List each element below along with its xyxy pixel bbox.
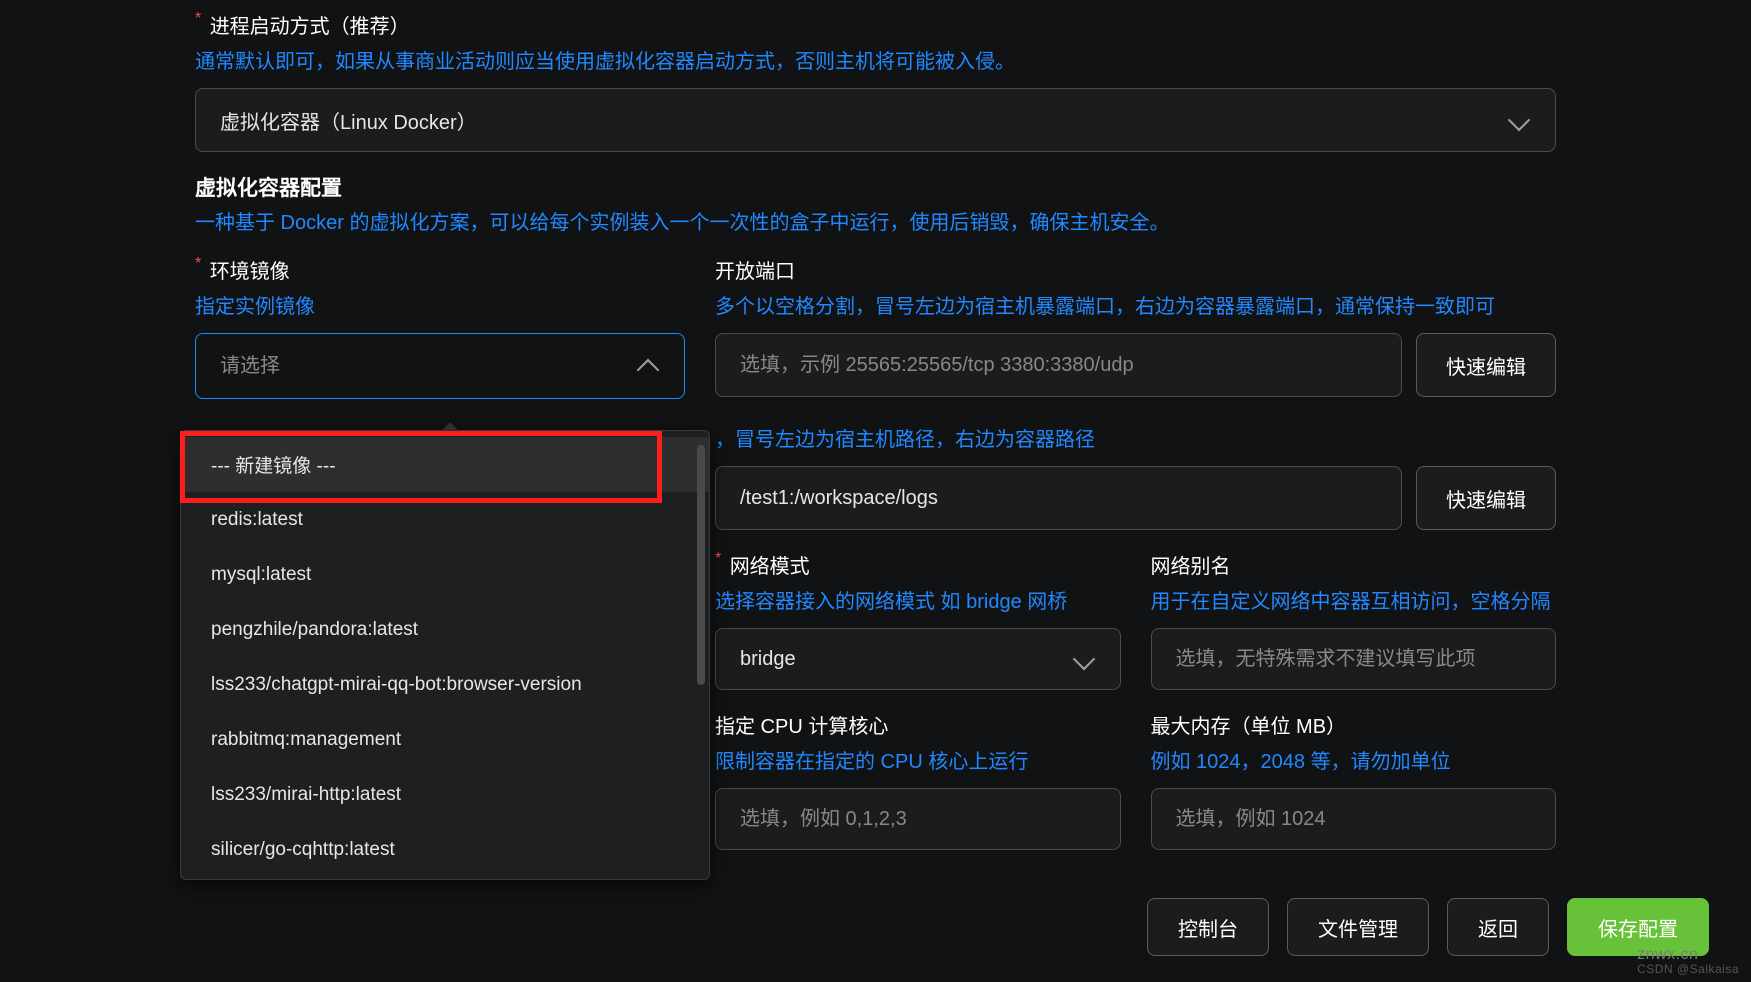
network-alias-input-wrap[interactable] [1151, 628, 1557, 690]
dropdown-item[interactable]: lss233/chatgpt-mirai-qq-bot:browser-vers… [181, 657, 709, 712]
open-port-input[interactable] [740, 354, 1377, 377]
container-config-desc: 一种基于 Docker 的虚拟化方案，可以给每个实例装入一个一次性的盒子中运行，… [195, 206, 1556, 235]
network-mode-select[interactable]: bridge [715, 628, 1121, 690]
max-memory-input-wrap[interactable] [1151, 788, 1557, 850]
dropdown-item[interactable]: mysql:latest [181, 547, 709, 602]
watermark-sub: CSDN @Salkaisa [1637, 962, 1739, 976]
cpu-core-desc: 限制容器在指定的 CPU 核心上运行 [715, 745, 1121, 774]
required-marker: * [715, 550, 721, 568]
extra-mount-input-wrap[interactable]: /test1:/workspace/logs [715, 466, 1402, 530]
network-alias-desc: 用于在自定义网络中容器互相访问，空格分隔 [1151, 585, 1557, 614]
cpu-core-input-wrap[interactable] [715, 788, 1121, 850]
extra-mount-value: /test1:/workspace/logs [740, 487, 938, 510]
network-mode-label: 网络模式 [730, 550, 810, 579]
watermark: znwx.cn CSDN @Salkaisa [1637, 946, 1739, 976]
startup-select[interactable]: 虚拟化容器（Linux Docker） [195, 88, 1556, 152]
cpu-core-input[interactable] [740, 808, 1096, 831]
chevron-down-icon [1508, 109, 1531, 132]
dropdown-arrow-icon [441, 422, 459, 431]
network-mode-desc: 选择容器接入的网络模式 如 bridge 网桥 [715, 585, 1121, 614]
extra-mount-quick-edit-button[interactable]: 快速编辑 [1416, 466, 1556, 530]
env-image-dropdown[interactable]: --- 新建镜像 --- redis:latest mysql:latest p… [180, 430, 710, 880]
required-marker: * [195, 255, 201, 273]
dropdown-item[interactable]: lss233/mirai-http:latest [181, 767, 709, 822]
network-alias-input[interactable] [1176, 648, 1532, 671]
env-image-select[interactable] [195, 333, 685, 399]
watermark-main: znwx.cn [1637, 946, 1698, 963]
env-image-desc: 指定实例镜像 [195, 290, 685, 319]
startup-label: 进程启动方式（推荐） [210, 10, 410, 39]
open-port-label: 开放端口 [715, 255, 795, 284]
dropdown-item[interactable]: silicer/go-cqhttp:latest [181, 822, 709, 873]
network-mode-value: bridge [740, 648, 796, 671]
open-port-quick-edit-button[interactable]: 快速编辑 [1416, 333, 1556, 397]
dropdown-item[interactable]: pengzhile/pandora:latest [181, 602, 709, 657]
startup-desc: 通常默认即可，如果从事商业活动则应当使用虚拟化容器启动方式，否则主机将可能被入侵… [195, 45, 1556, 74]
dropdown-item[interactable]: rabbitmq:management [181, 712, 709, 767]
max-memory-input[interactable] [1176, 808, 1532, 831]
dropdown-scrollbar[interactable] [697, 445, 705, 685]
extra-mount-desc: ，冒号左边为宿主机路径，右边为容器路径 [715, 423, 1556, 452]
dropdown-item-new-image[interactable]: --- 新建镜像 --- [181, 437, 709, 492]
cpu-core-label: 指定 CPU 计算核心 [715, 710, 888, 739]
max-memory-desc: 例如 1024，2048 等，请勿加单位 [1151, 745, 1557, 774]
chevron-up-icon [637, 359, 660, 382]
back-button[interactable]: 返回 [1447, 898, 1549, 956]
required-marker: * [195, 10, 201, 28]
max-memory-label: 最大内存（单位 MB） [1151, 710, 1347, 739]
file-manage-button[interactable]: 文件管理 [1287, 898, 1429, 956]
console-button[interactable]: 控制台 [1147, 898, 1269, 956]
footer-actions: 控制台 文件管理 返回 保存配置 [1147, 898, 1709, 956]
env-image-label: 环境镜像 [210, 255, 290, 284]
chevron-down-icon [1072, 648, 1095, 671]
open-port-desc: 多个以空格分割，冒号左边为宿主机暴露端口，右边为容器暴露端口，通常保持一致即可 [715, 290, 1556, 319]
startup-select-value: 虚拟化容器（Linux Docker） [220, 106, 477, 135]
dropdown-item[interactable]: redis:latest [181, 492, 709, 547]
network-alias-label: 网络别名 [1151, 550, 1231, 579]
open-port-input-wrap[interactable] [715, 333, 1402, 397]
container-config-title: 虚拟化容器配置 [195, 172, 1556, 202]
env-image-input[interactable] [220, 355, 640, 378]
